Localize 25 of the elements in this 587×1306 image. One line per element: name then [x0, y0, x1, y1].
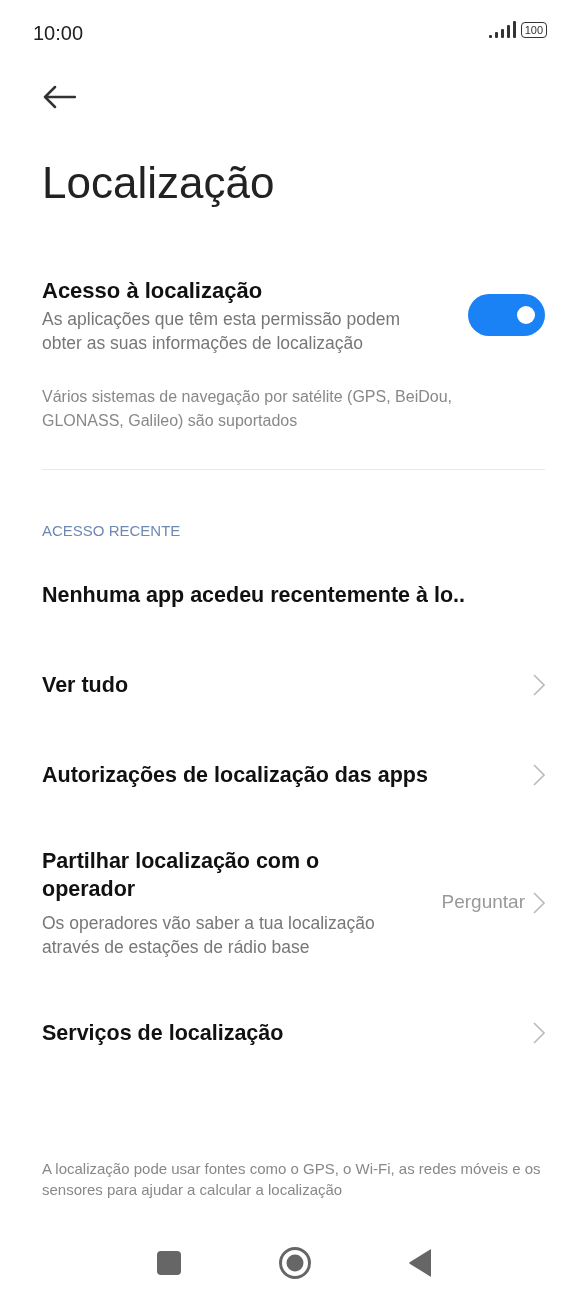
chevron-icon	[533, 1021, 545, 1044]
status-time: 10:00	[33, 21, 84, 46]
back-arrow-icon[interactable]	[42, 84, 76, 109]
battery-indicator: 100	[520, 22, 547, 38]
info-note: Vários sistemas de navegação por satélite (GPS, BeiDou, GLONASS, Galileo) são suportados	[42, 387, 453, 431]
item-title[interactable]: Ver tudo	[42, 670, 128, 699]
chevron-icon	[533, 891, 545, 914]
item-description: Os operadores vão saber a tua localização através de estações de rádio base	[42, 911, 376, 959]
item-value: Perguntar	[441, 890, 525, 915]
item-title[interactable]: Serviços de localização	[42, 1018, 284, 1047]
setting-title: Acesso à localização	[42, 277, 264, 305]
chevron-icon	[533, 763, 545, 786]
footer-note: A localização pode usar fontes como o GPS, o Wi-Fi, as redes móveis e os sensores para ajudar a calcular a localização	[41, 1159, 542, 1200]
setting-description: As aplicações que têm esta permissão podem obter as suas informações de localização	[42, 308, 401, 355]
location-toggle[interactable]	[468, 293, 545, 336]
chevron-icon	[533, 673, 545, 696]
page-title: Localização	[41, 157, 276, 209]
signal-icon	[488, 21, 516, 39]
home-icon[interactable]	[278, 1247, 311, 1279]
back-icon[interactable]	[408, 1249, 431, 1277]
recents-icon[interactable]	[156, 1251, 181, 1275]
item-title[interactable]: Partilhar localização com o operador	[42, 846, 382, 903]
section-header: ACESSO RECENTE	[42, 521, 182, 541]
item-title[interactable]: Autorizações de localização das apps	[42, 760, 428, 789]
item-title: Nenhuma app acedeu recentemente à lo..	[42, 581, 465, 609]
